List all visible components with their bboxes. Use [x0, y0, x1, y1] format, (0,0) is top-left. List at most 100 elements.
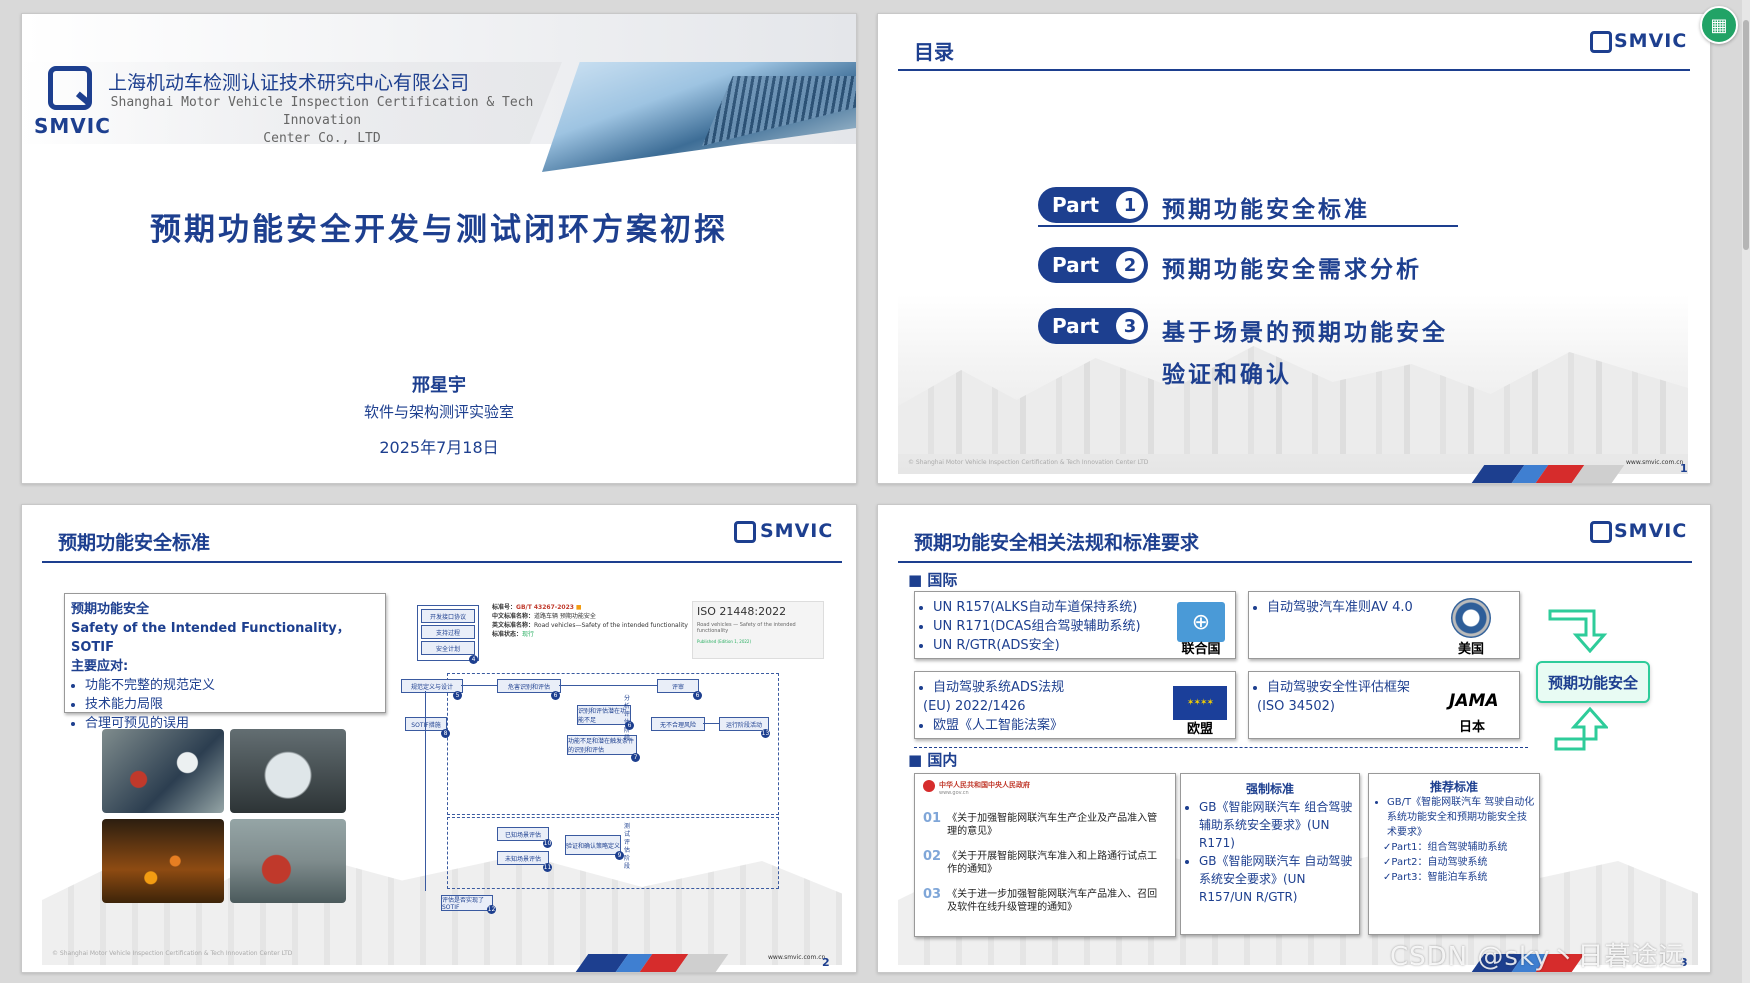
flow-box: 评审 — [657, 679, 699, 693]
us-caption: 美国 — [1457, 642, 1484, 657]
scroll-thumb[interactable] — [1743, 20, 1749, 250]
part-3-title-line2: 验证和确认 — [1162, 362, 1292, 388]
flow-box: 开发接口协议 — [421, 609, 475, 623]
csdn-watermark: CSDN @sky丶日暮途远 — [1390, 942, 1686, 972]
flow-connector — [461, 685, 497, 686]
slide-heading: 预期功能安全标准 — [58, 532, 211, 554]
heading-rule — [42, 561, 842, 563]
flow-box: 无不合理风险 — [651, 717, 705, 731]
list-item: GB/T《智能网联汽车 驾驶自动化系统功能安全和预期功能安全技术要求》 — [1387, 795, 1535, 840]
recommended-list: GB/T《智能网联汽车 驾驶自动化系统功能安全和预期功能安全技术要求》 — [1373, 795, 1535, 840]
department: 软件与架构测评实验室 — [363, 403, 514, 421]
flow-box: SOTIF措施 — [405, 717, 447, 731]
heading-rule — [898, 69, 1690, 71]
footer-url: www.smvic.com.cn — [768, 954, 826, 961]
step-badge: 6 — [551, 691, 560, 700]
un-box: UN R157(ALKS自动车道保持系统) UN R171(DCAS组合驾驶辅助… — [914, 591, 1236, 659]
flow-box: 识别和评估潜在功能不足 — [577, 705, 631, 725]
part-2-pill[interactable]: Part 2 — [1038, 247, 1148, 283]
page-scrollbar[interactable] — [1742, 0, 1750, 983]
sheets-icon[interactable]: ▦ — [1700, 6, 1738, 44]
page-number: 2 — [822, 956, 830, 969]
item-number: 02 — [923, 849, 942, 864]
toc-heading: 目录 — [914, 40, 954, 64]
flow-box: 已知场景评估 — [497, 827, 549, 841]
sotif-badge[interactable]: 预期功能安全 — [1536, 661, 1650, 703]
page-number: 1 — [1680, 462, 1688, 475]
flow-box: 未知场景评估 — [497, 851, 549, 865]
flow-box: 验证和确认策略定义 — [565, 835, 621, 855]
square-bullet-icon: ■ — [908, 751, 928, 769]
slide-toc[interactable]: 目录 SMVIC Part 1 预期功能安全标准 Part 2 预期功能安全需求… — [877, 13, 1711, 484]
flow-box: 安全计划 — [421, 641, 475, 655]
us-box: 自动驾驶汽车准则AV 4.0 美国 — [1248, 591, 1520, 659]
company-name-cn: 上海机动车检测认证技术研究中心有限公司 — [108, 72, 470, 94]
flow-connector — [703, 723, 719, 724]
sotif-flowchart: 开发接口协议 支持过程 安全计划 4 规范定义与设计 5 危害识别和评估 6 S… — [397, 605, 847, 914]
step-badge: 4 — [469, 655, 478, 664]
mandatory-list: GB《智能网联汽车 组合驾驶辅助系统安全要求》(UN R171) GB《智能网联… — [1185, 798, 1355, 906]
step-badge: 6 — [693, 691, 702, 700]
part-2-title: 预期功能安全需求分析 — [1162, 257, 1422, 283]
part-item: ✓Part1：组合驾驶辅助系统 — [1373, 840, 1535, 855]
slide-title[interactable]: SMVIC 上海机动车检测认证技术研究中心有限公司 Shanghai Motor… — [21, 13, 857, 484]
arrow-up-icon — [1554, 706, 1610, 753]
un-emblem-icon: ⊕ — [1177, 602, 1225, 642]
author-name: 邢星宇 — [412, 375, 466, 396]
flow-box: 规范定义与设计 — [401, 679, 463, 693]
intl-label: 国际 — [927, 571, 958, 589]
gov-item: 01 《关于加强智能网联汽车生产企业及产品准入管理的意见》 — [923, 812, 1167, 838]
gov-box: 中华人民共和国中央人民政府 www.gov.cn 01 《关于加强智能网联汽车生产… — [914, 773, 1176, 937]
item-number: 01 — [923, 811, 942, 826]
flow-box: 支持过程 — [421, 625, 475, 639]
slide-sotif-standard[interactable]: 预期功能安全标准 SMVIC 预期功能安全 Safety of the Inte… — [21, 504, 857, 973]
smvic-logo-icon — [1590, 31, 1612, 53]
sotif-definition-box: 预期功能安全 Safety of the Intended Functional… — [64, 593, 386, 731]
flow-side-label: 测试评估阶段 — [624, 823, 631, 870]
gov-item: 02 《关于开展智能网联汽车准入和上路通行试点工作的通知》 — [923, 850, 1167, 876]
step-badge: 10 — [543, 839, 552, 848]
eu-flag-icon: ✶✶✶✶ — [1173, 686, 1227, 720]
photo-traffic-crash — [102, 729, 224, 813]
arrow-down-icon — [1548, 607, 1612, 654]
logo-text: SMVIC — [760, 520, 834, 542]
step-badge: 9 — [615, 851, 624, 860]
footer-url: www.smvic.com.cn — [1626, 459, 1684, 466]
jp-box: 自动驾驶安全性评估框架 (ISO 34502) JAMA 日本 — [1248, 671, 1520, 739]
un-caption: 联合国 — [1181, 642, 1221, 657]
gov-url: www.gov.cn — [939, 790, 969, 796]
slide-heading: 预期功能安全相关法规和标准要求 — [914, 532, 1200, 554]
list-item: 功能不完整的规范定义 — [85, 676, 379, 695]
part-1-pill[interactable]: Part 1 — [1038, 187, 1148, 223]
flow-connector — [559, 685, 657, 686]
jp-caption: 日本 — [1458, 720, 1485, 735]
part-number: 2 — [1116, 251, 1144, 279]
box-subtitle: Safety of the Intended Functionality，SOT… — [71, 621, 350, 655]
logo-text: SMVIC — [1614, 30, 1688, 52]
list-item: 技术能力局限 — [85, 695, 379, 714]
mandatory-title: 强制标准 — [1245, 782, 1294, 796]
flow-box: 危害识别和评估 — [497, 679, 561, 693]
part-label: Part — [1052, 314, 1100, 338]
recommended-title: 推荐标准 — [1429, 780, 1478, 794]
part-label: Part — [1052, 253, 1100, 277]
part-item: ✓Part2：自动驾驶系统 — [1373, 855, 1535, 870]
dashed-divider — [914, 747, 1528, 748]
eu-box: 自动驾驶系统ADS法规 (EU) 2022/1426 欧盟《人工智能法案》 ✶✶… — [914, 671, 1236, 739]
step-badge: 13 — [761, 729, 770, 738]
gov-emblem-icon — [923, 780, 935, 792]
step-badge: 12 — [487, 905, 496, 914]
part-text: Part1：组合驾驶辅助系统 — [1391, 842, 1508, 853]
photo-accident-scene — [230, 819, 346, 903]
part-text: Part2：自动驾驶系统 — [1391, 857, 1488, 868]
recommended-standards-box: 推荐标准 GB/T《智能网联汽车 驾驶自动化系统功能安全和预期功能安全技术要求》… — [1368, 773, 1540, 935]
logo-text: SMVIC — [1614, 520, 1688, 542]
part-1-underline — [1038, 225, 1458, 227]
slide-regulations[interactable]: 预期功能安全相关法规和标准要求 SMVIC ■ 国际 UN R157(ALKS自… — [877, 504, 1711, 973]
part-3-pill[interactable]: Part 3 — [1038, 308, 1148, 344]
eu-caption: 欧盟 — [1186, 722, 1213, 737]
domestic-section-label: ■ 国内 — [908, 749, 957, 770]
heading-rule — [898, 561, 1692, 563]
flow-box: 运行阶段活动 — [719, 717, 769, 731]
slide-title-text: 预期功能安全开发与测试闭环方案初探 — [150, 212, 728, 248]
